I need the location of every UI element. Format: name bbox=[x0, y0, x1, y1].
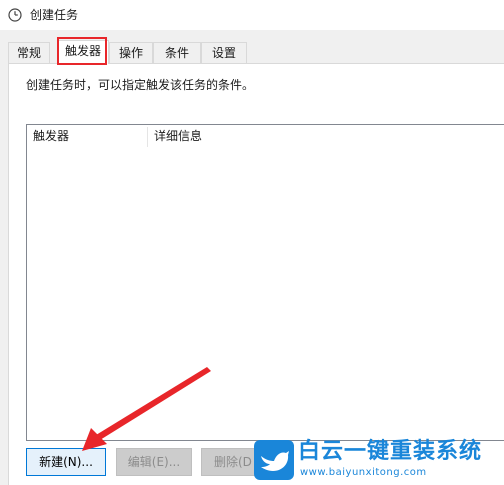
create-task-window: 创建任务 常规 触发器 操作 条件 设置 创建任务时，可以指定触发该任务的条件。… bbox=[0, 0, 504, 485]
watermark: 白云一键重装系统 www.baiyunxitong.com bbox=[250, 436, 504, 485]
panel-description: 创建任务时，可以指定触发该任务的条件。 bbox=[26, 78, 255, 92]
window-title: 创建任务 bbox=[30, 8, 79, 22]
clock-icon bbox=[8, 8, 22, 22]
column-header-details[interactable]: 详细信息 bbox=[148, 125, 504, 149]
tab-settings[interactable]: 设置 bbox=[201, 42, 247, 63]
tab-conditions[interactable]: 条件 bbox=[153, 42, 201, 63]
bird-logo-icon bbox=[254, 440, 294, 480]
tab-actions[interactable]: 操作 bbox=[109, 42, 153, 63]
title-bar[interactable]: 创建任务 bbox=[0, 0, 504, 30]
edit-button[interactable]: 编辑(E)... bbox=[116, 448, 192, 476]
column-header-trigger[interactable]: 触发器 bbox=[27, 125, 147, 149]
watermark-name: 白云一键重装系统 bbox=[298, 439, 483, 464]
highlight-box bbox=[57, 37, 107, 65]
new-button[interactable]: 新建(N)... bbox=[26, 448, 106, 476]
triggers-list[interactable]: 触发器 详细信息 bbox=[26, 124, 504, 441]
watermark-url: www.baiyunxitong.com bbox=[300, 467, 427, 478]
tab-general[interactable]: 常规 bbox=[8, 42, 50, 63]
